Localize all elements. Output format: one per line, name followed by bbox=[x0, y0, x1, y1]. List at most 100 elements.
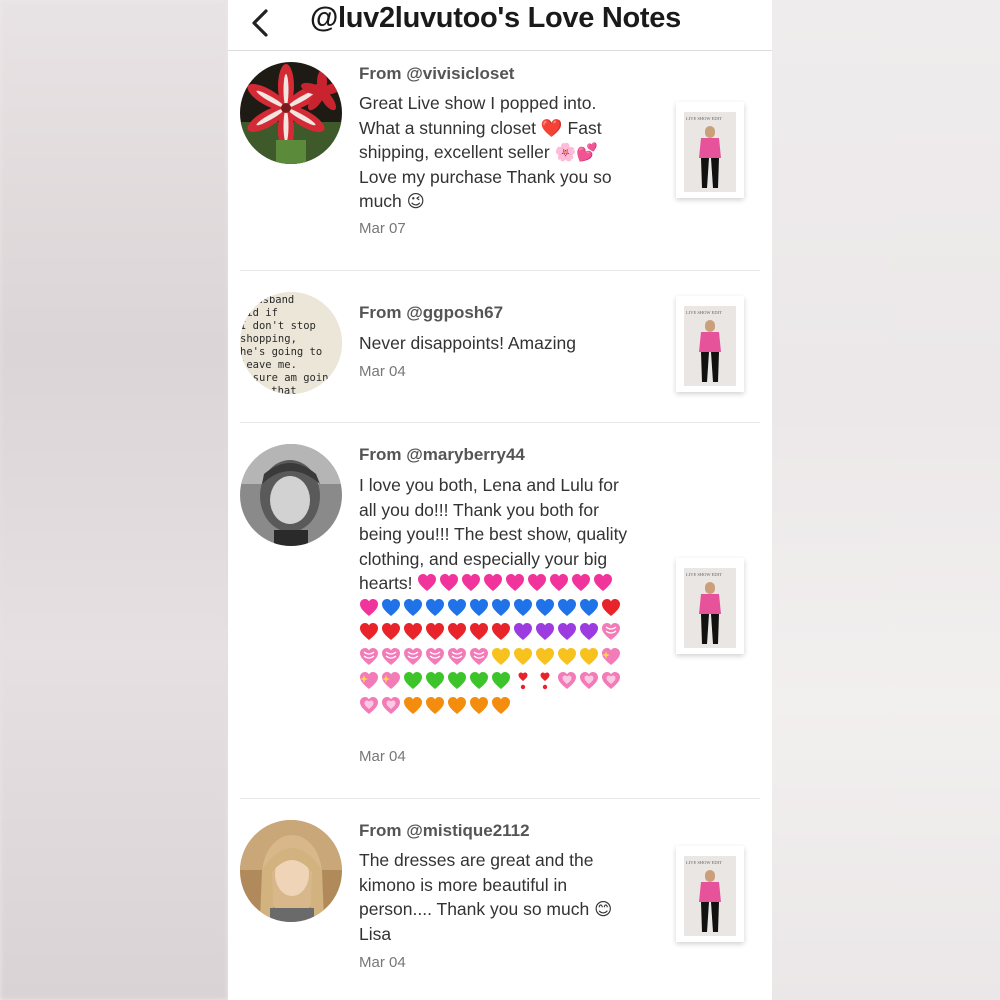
svg-text:shopping,: shopping, bbox=[240, 333, 297, 345]
heart-icon bbox=[580, 623, 598, 640]
heart-icon bbox=[484, 574, 503, 591]
note-date: Mar 04 bbox=[359, 363, 406, 380]
svg-text:I sure am goin: I sure am goin bbox=[240, 372, 329, 384]
heart-icon bbox=[572, 574, 591, 591]
heart-icon bbox=[382, 672, 400, 689]
avatar[interactable] bbox=[240, 62, 342, 164]
heart-icon bbox=[426, 696, 444, 714]
heart-icon bbox=[448, 598, 466, 616]
heart-icon bbox=[580, 647, 598, 665]
heart-icon bbox=[514, 647, 532, 665]
heart-icon bbox=[470, 598, 488, 616]
heart-icon bbox=[426, 647, 444, 665]
listing-thumbnail[interactable]: LIVE SHOW EDIT bbox=[676, 558, 744, 654]
heart-icon bbox=[426, 598, 444, 616]
svg-text:leave me.: leave me. bbox=[240, 359, 297, 371]
heart-icon bbox=[602, 623, 620, 640]
love-note[interactable]: From @mistique2112 The dresses are great… bbox=[240, 820, 760, 990]
heart-icon bbox=[448, 672, 466, 689]
note-sender[interactable]: From @ggposh67 bbox=[359, 303, 503, 323]
heart-icon bbox=[426, 672, 444, 689]
divider bbox=[240, 422, 760, 423]
heart-icon bbox=[418, 574, 437, 591]
heart-icon bbox=[470, 696, 488, 714]
listing-thumbnail[interactable]: LIVE SHOW EDIT bbox=[676, 102, 744, 198]
heart-icon bbox=[514, 598, 532, 616]
heart-icon bbox=[506, 574, 525, 591]
heart-icon bbox=[462, 574, 481, 591]
heart-icon bbox=[602, 672, 620, 689]
note-sender[interactable]: From @mistique2112 bbox=[359, 821, 530, 841]
heart-icon bbox=[360, 672, 378, 689]
heart-icon bbox=[528, 574, 547, 591]
heart-icon bbox=[382, 647, 400, 665]
note-date: Mar 04 bbox=[359, 954, 406, 971]
listing-thumbnail[interactable]: LIVE SHOW EDIT bbox=[676, 296, 744, 392]
heart-icon bbox=[382, 696, 400, 714]
heart-icon bbox=[550, 574, 569, 591]
love-notes-screen: @luv2luvutoo's Love Notes From @vivisicl… bbox=[228, 0, 772, 1000]
heart-icon bbox=[580, 672, 598, 689]
avatar[interactable] bbox=[240, 820, 342, 922]
heart-icon bbox=[360, 647, 378, 665]
note-sender[interactable]: From @maryberry44 bbox=[359, 445, 525, 465]
note-message: The dresses are great and the kimono is … bbox=[359, 850, 613, 944]
heart-icon bbox=[492, 672, 510, 689]
heart-icon bbox=[580, 598, 598, 616]
page-title: @luv2luvutoo's Love Notes bbox=[310, 2, 681, 34]
heart-icon bbox=[404, 672, 422, 689]
note-sender[interactable]: From @vivisicloset bbox=[359, 64, 514, 84]
heart-icon bbox=[404, 598, 422, 616]
heart-icon bbox=[360, 598, 378, 616]
heart-icon bbox=[470, 623, 488, 640]
heart-icon bbox=[536, 598, 554, 616]
divider bbox=[240, 270, 760, 271]
svg-text:LIVE SHOW EDIT: LIVE SHOW EDIT bbox=[686, 116, 722, 121]
heart-icon bbox=[518, 672, 528, 690]
svg-text:LIVE SHOW EDIT: LIVE SHOW EDIT bbox=[686, 572, 722, 577]
heart-icon bbox=[360, 623, 378, 640]
back-button[interactable] bbox=[242, 4, 282, 44]
header-bar: @luv2luvutoo's Love Notes bbox=[228, 0, 772, 51]
chevron-left-icon bbox=[252, 9, 268, 37]
svg-text:he's going to: he's going to bbox=[240, 346, 322, 358]
heart-icon bbox=[426, 623, 444, 640]
avatar[interactable]: husband aid if I don't stop shopping, he… bbox=[240, 292, 342, 394]
love-note[interactable]: husband aid if I don't stop shopping, he… bbox=[240, 292, 760, 402]
heart-icon bbox=[540, 672, 550, 690]
note-message: Never disappoints! Amazing bbox=[359, 333, 576, 353]
heart-icon bbox=[514, 623, 532, 640]
love-note[interactable]: From @maryberry44 I love you both, Lena … bbox=[240, 444, 760, 774]
heart-icon bbox=[360, 696, 378, 714]
heart-icon bbox=[382, 598, 400, 616]
heart-icon bbox=[602, 647, 620, 665]
svg-text:LIVE SHOW EDIT: LIVE SHOW EDIT bbox=[686, 860, 722, 865]
heart-icon bbox=[404, 623, 422, 640]
note-date: Mar 07 bbox=[359, 220, 406, 237]
background-left bbox=[0, 0, 228, 1000]
heart-icon bbox=[470, 672, 488, 689]
heart-icon bbox=[558, 598, 576, 616]
svg-text:iss that: iss that bbox=[246, 385, 297, 394]
heart-icon bbox=[558, 672, 576, 689]
heart-icon bbox=[492, 696, 510, 714]
svg-text:aid if: aid if bbox=[240, 307, 278, 319]
heart-icon bbox=[558, 623, 576, 640]
love-note[interactable]: From @vivisicloset Great Live show I pop… bbox=[240, 62, 760, 262]
listing-thumbnail[interactable]: LIVE SHOW EDIT bbox=[676, 846, 744, 942]
note-message: I love you both, Lena and Lulu for all y… bbox=[359, 473, 631, 718]
heart-icon bbox=[470, 647, 488, 665]
heart-icon bbox=[448, 696, 466, 714]
heart-icon bbox=[492, 623, 510, 640]
heart-icon bbox=[448, 647, 466, 665]
heart-icon bbox=[558, 647, 576, 665]
heart-icon bbox=[440, 574, 459, 591]
background-right bbox=[772, 0, 1000, 1000]
heart-icon bbox=[536, 647, 554, 665]
avatar[interactable] bbox=[240, 444, 342, 546]
heart-icon bbox=[594, 574, 613, 591]
heart-icon bbox=[382, 623, 400, 640]
divider bbox=[240, 798, 760, 799]
heart-emoji-group bbox=[359, 573, 623, 716]
heart-icon bbox=[492, 598, 510, 616]
